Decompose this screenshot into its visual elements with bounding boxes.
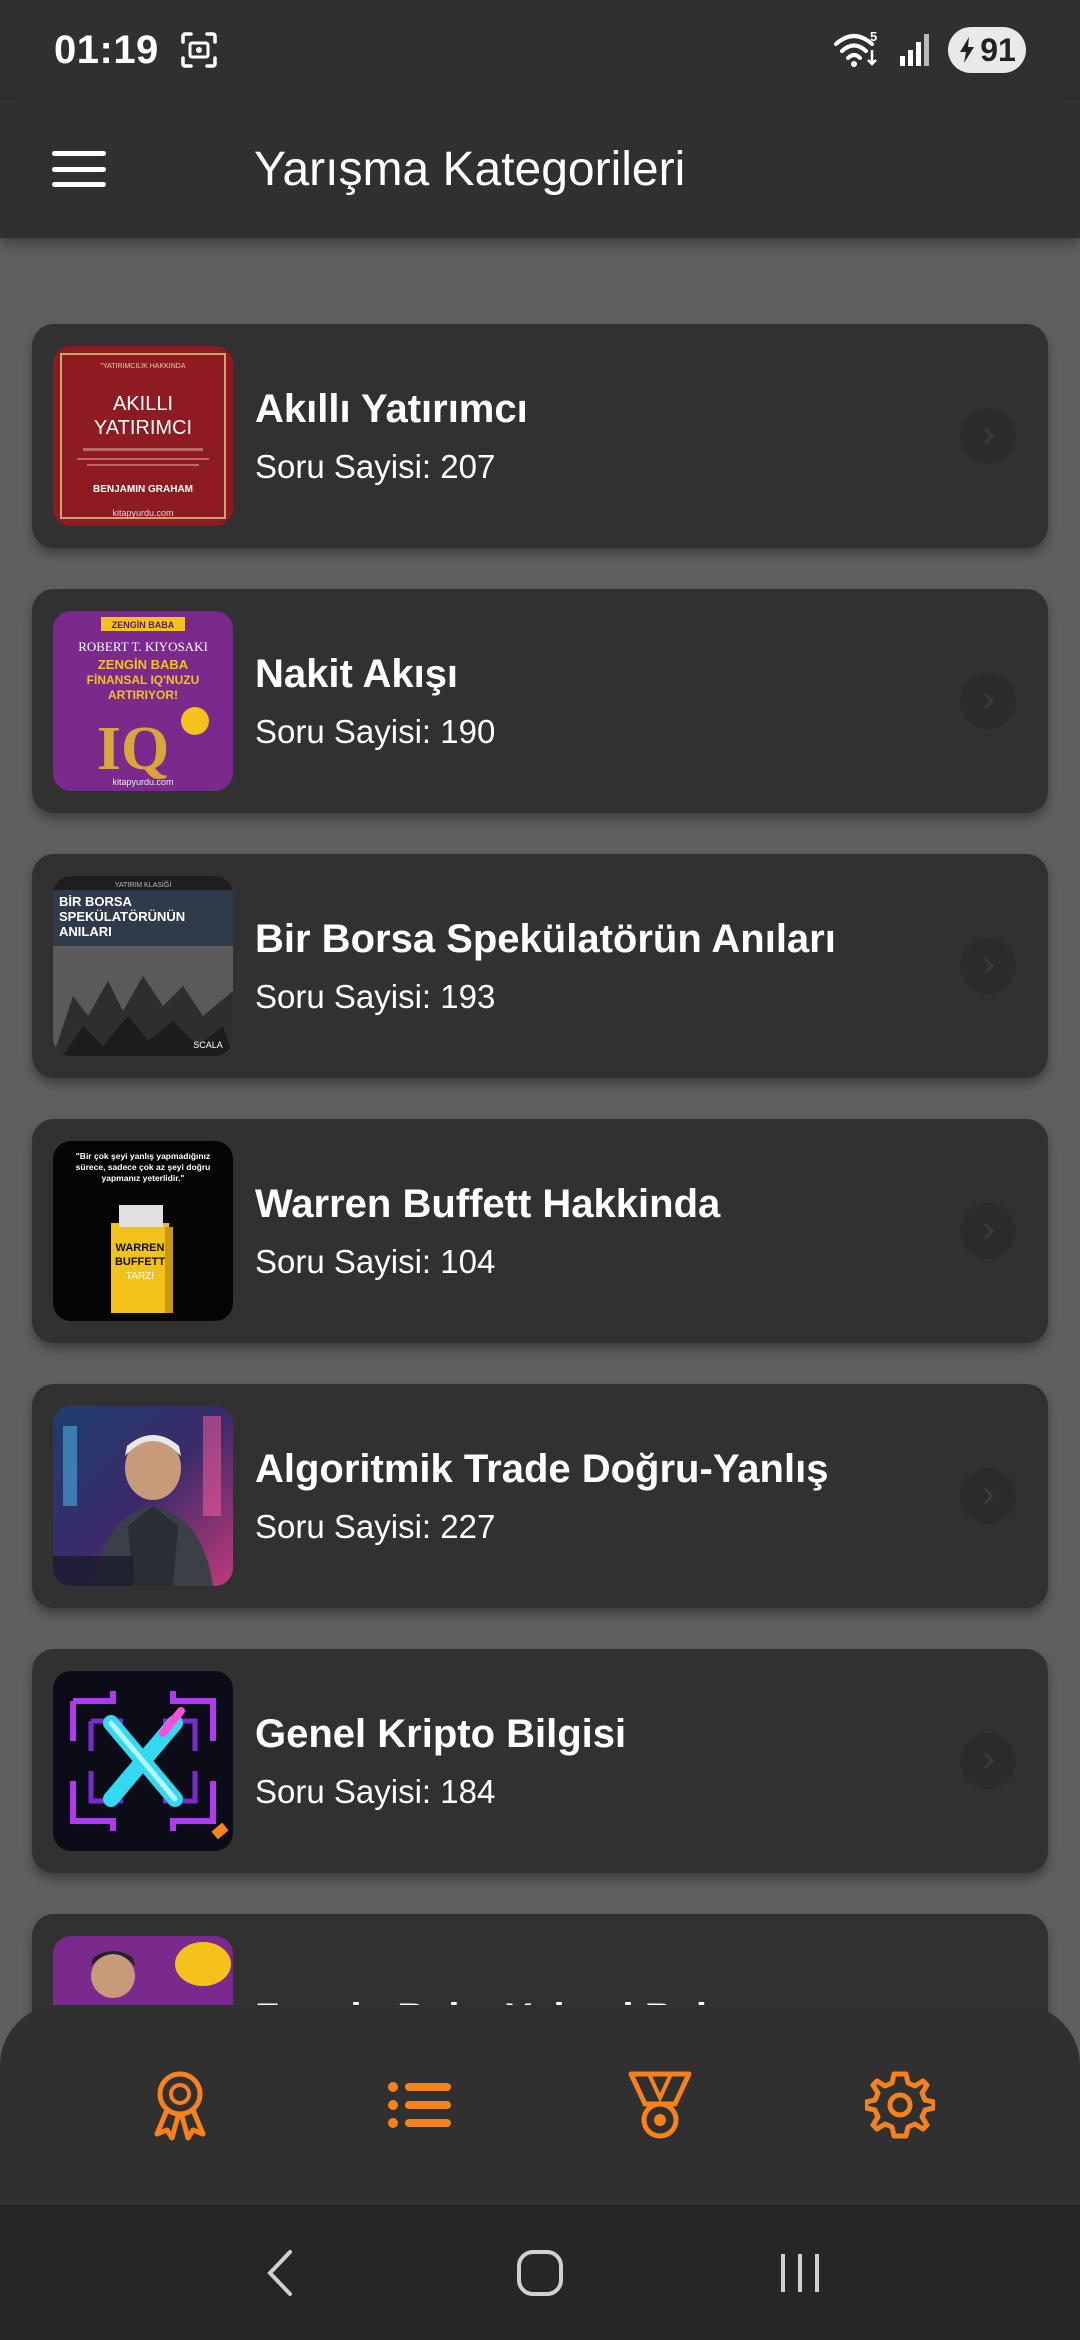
list-icon: [388, 2082, 451, 2128]
category-title: Algoritmik Trade Doğru-Yanlış: [255, 1446, 829, 1491]
trader-illustration-thumbnail: [53, 1406, 233, 1586]
system-navigation-bar: [0, 2205, 1080, 2340]
card-text: Akıllı Yatırımcı Soru Sayisi: 207: [255, 387, 528, 486]
category-title: Warren Buffett Hakkinda: [255, 1181, 721, 1226]
nav-award[interactable]: [140, 2065, 220, 2145]
chevron-right-icon[interactable]: [960, 1733, 1016, 1789]
svg-text:ROBERT T. KIYOSAKI: ROBERT T. KIYOSAKI: [78, 639, 208, 654]
signal-icon: [900, 34, 929, 66]
chevron-right-icon[interactable]: [960, 1468, 1016, 1524]
svg-text:SCALA: SCALA: [193, 1040, 223, 1050]
award-ribbon-icon: [154, 2071, 206, 2141]
svg-text:ANILARI: ANILARI: [59, 924, 112, 939]
category-card[interactable]: YATIRIM KLASİĞİ BİR BORSA SPEKÜLATÖRÜNÜN…: [32, 854, 1048, 1078]
card-text: Nakit Akışı Soru Sayisi: 190: [255, 652, 495, 751]
svg-text:kitapyurdu.com: kitapyurdu.com: [112, 508, 173, 518]
page-title: Yarışma Kategorileri: [254, 142, 686, 196]
card-text: Algoritmik Trade Doğru-Yanlış Soru Sayis…: [255, 1447, 828, 1546]
gear-icon: [865, 2071, 935, 2139]
book-cover-thumbnail: ZENGİN BABA ROBERT T. KIYOSAKI ZENGİN BA…: [53, 611, 233, 791]
svg-text:ZENGİN BABA: ZENGİN BABA: [98, 657, 189, 672]
svg-text:kitapyurdu.com: kitapyurdu.com: [112, 777, 173, 787]
charging-bolt-icon: [960, 37, 975, 63]
book-cover-thumbnail: "YATIRIMCILIK HAKKINDA AKILLI YATIRIMCI …: [53, 346, 233, 526]
svg-text:YATIRIMCI: YATIRIMCI: [94, 417, 192, 439]
question-count: Soru Sayisi: 190: [255, 712, 496, 750]
medal-icon: [628, 2071, 692, 2139]
status-icons: 5 91: [832, 27, 1026, 73]
battery-indicator: 91: [948, 27, 1026, 73]
card-text: Bir Borsa Spekülatörün Anıları Soru Sayi…: [255, 917, 836, 1016]
chevron-right-icon[interactable]: [960, 673, 1016, 729]
svg-text:BİR BORSA: BİR BORSA: [59, 894, 133, 909]
svg-text:SPEKÜLATÖRÜNÜN: SPEKÜLATÖRÜNÜN: [59, 909, 185, 924]
crypto-logo-thumbnail: [53, 1671, 233, 1851]
svg-text:BUFFETT: BUFFETT: [115, 1256, 165, 1268]
category-card[interactable]: Genel Kripto Bilgisi Soru Sayisi: 184: [32, 1649, 1048, 1873]
category-list[interactable]: "YATIRIMCILIK HAKKINDA AKILLI YATIRIMCI …: [32, 324, 1048, 2179]
question-count: Soru Sayisi: 184: [255, 1772, 496, 1810]
question-count: Soru Sayisi: 193: [255, 977, 496, 1015]
card-text: Genel Kripto Bilgisi Soru Sayisi: 184: [255, 1712, 626, 1811]
svg-text:BENJAMIN GRAHAM: BENJAMIN GRAHAM: [93, 484, 193, 495]
home-icon: [517, 2249, 563, 2296]
wifi-icon: 5: [834, 30, 877, 67]
svg-text:FİNANSAL IQ'NUZU: FİNANSAL IQ'NUZU: [87, 672, 200, 687]
category-card[interactable]: "Bir çok şeyi yanlış yapmadığınız sürece…: [32, 1119, 1048, 1343]
bottom-navigation: [0, 2005, 1080, 2205]
category-title: Nakit Akışı: [255, 651, 459, 696]
book-cover-thumbnail: YATIRIM KLASİĞİ BİR BORSA SPEKÜLATÖRÜNÜN…: [53, 876, 233, 1056]
category-card[interactable]: Algoritmik Trade Doğru-Yanlış Soru Sayis…: [32, 1384, 1048, 1608]
system-recents-button[interactable]: [760, 2233, 840, 2313]
category-title: Akıllı Yatırımcı: [255, 386, 528, 431]
category-card[interactable]: ZENGİN BABA ROBERT T. KIYOSAKI ZENGİN BA…: [32, 589, 1048, 813]
wifi-badge: 5: [870, 30, 877, 44]
svg-text:TARZI: TARZI: [126, 1271, 154, 1282]
svg-text:IQ: IQ: [97, 715, 169, 783]
screenshot-icon: [181, 32, 217, 68]
status-time: 01:19: [54, 27, 159, 72]
chevron-right-icon[interactable]: [960, 1203, 1016, 1259]
svg-text:WARREN: WARREN: [116, 1242, 165, 1254]
menu-line: [52, 166, 106, 172]
category-card[interactable]: "YATIRIMCILIK HAKKINDA AKILLI YATIRIMCI …: [32, 324, 1048, 548]
recents-icon: [781, 2253, 819, 2292]
chevron-right-icon[interactable]: [960, 408, 1016, 464]
nav-list[interactable]: [380, 2065, 460, 2145]
svg-text:ARTIRIYOR!: ARTIRIYOR!: [108, 688, 178, 702]
svg-text:ZENGİN BABA: ZENGİN BABA: [112, 620, 175, 630]
battery-level: 91: [980, 31, 1016, 68]
svg-text:AKILLI: AKILLI: [113, 393, 173, 415]
svg-text:"YATIRIMCILIK HAKKINDA: "YATIRIMCILIK HAKKINDA: [100, 363, 185, 370]
nav-medal[interactable]: [620, 2065, 700, 2145]
menu-line: [52, 182, 106, 187]
book-cover-thumbnail: "Bir çok şeyi yanlış yapmadığınız sürece…: [53, 1141, 233, 1321]
svg-text:YATIRIM KLASİĞİ: YATIRIM KLASİĞİ: [115, 880, 172, 889]
app-bar: Yarışma Kategorileri: [0, 100, 1080, 238]
question-count: Soru Sayisi: 227: [255, 1507, 496, 1545]
menu-line: [52, 151, 106, 156]
screen: 01:19 5 91 Yarışma Kategorileri "YATIRIM…: [0, 0, 1080, 2340]
chevron-right-icon[interactable]: [960, 938, 1016, 994]
category-title: Bir Borsa Spekülatörün Anıları: [255, 916, 836, 961]
menu-button[interactable]: [52, 151, 106, 187]
question-count: Soru Sayisi: 104: [255, 1242, 496, 1280]
card-text: Warren Buffett Hakkinda Soru Sayisi: 104: [255, 1182, 720, 1281]
back-icon: [267, 2249, 292, 2296]
system-back-button[interactable]: [240, 2233, 320, 2313]
question-count: Soru Sayisi: 207: [255, 447, 496, 485]
nav-settings[interactable]: [860, 2065, 940, 2145]
category-title: Genel Kripto Bilgisi: [255, 1711, 627, 1756]
status-bar: 01:19 5 91: [0, 0, 1080, 100]
system-home-button[interactable]: [500, 2233, 580, 2313]
